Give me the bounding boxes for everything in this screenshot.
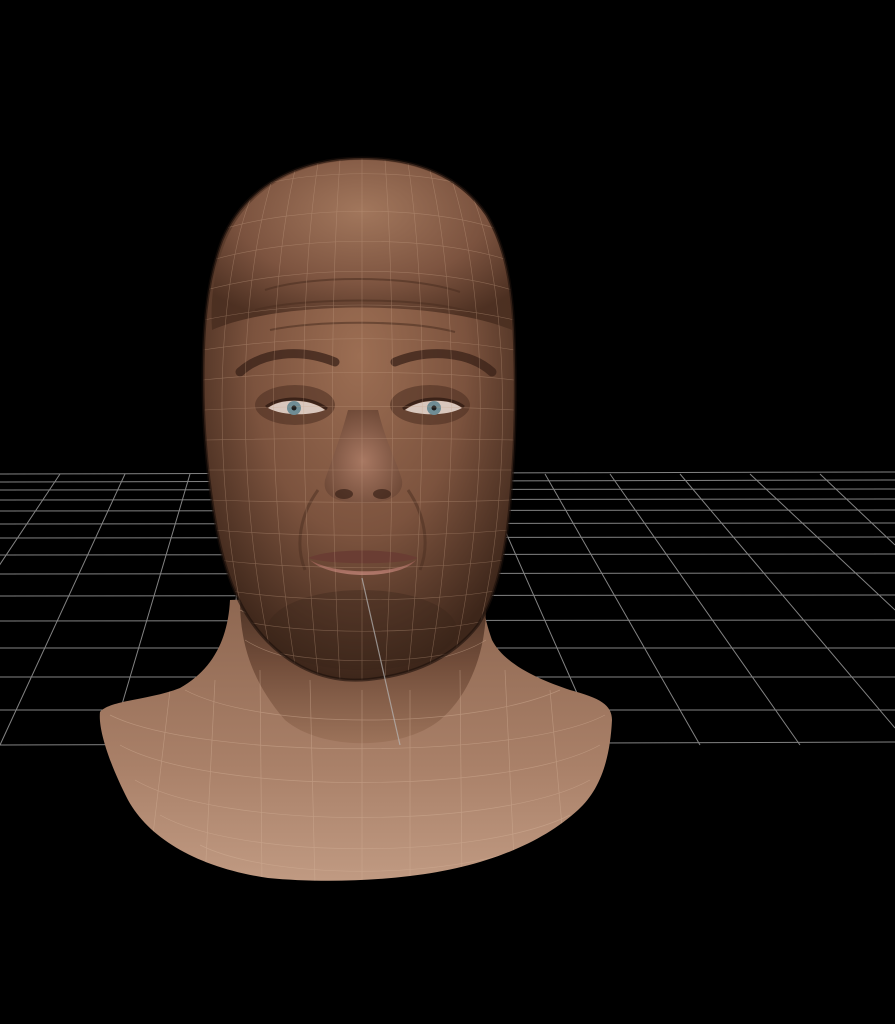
viewport-canvas[interactable] <box>0 0 895 1024</box>
3d-viewport[interactable] <box>0 0 895 1024</box>
head-mesh[interactable] <box>201 156 517 682</box>
